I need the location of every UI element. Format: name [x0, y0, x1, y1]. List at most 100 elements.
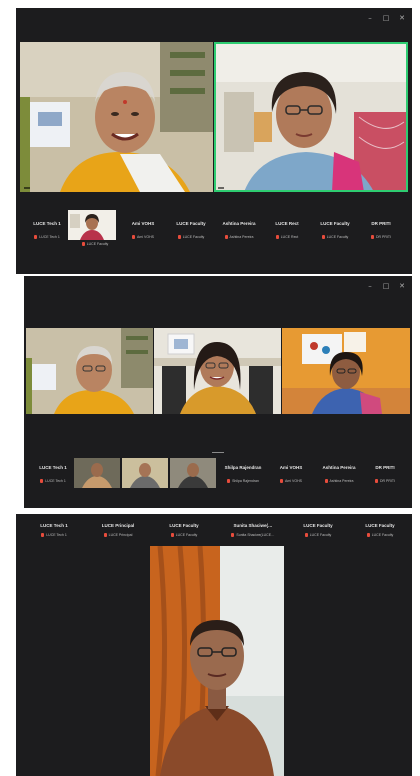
mic-muted-icon — [40, 479, 44, 483]
mic-muted-icon — [227, 479, 231, 483]
participant-tile[interactable]: LUCE Tech 1 LUCE Tech 1 — [24, 522, 84, 537]
participant-name: LUCE Tech 1 — [33, 221, 61, 226]
meeting-window-2: – □ ✕ LUCE Tech 1 LUCE Tech 1 Shilpa Raj… — [24, 276, 412, 508]
video-tile-participant-2[interactable] — [154, 328, 281, 414]
participant-sub-label: Sunita Shaciwe(LUCE… — [236, 533, 275, 537]
participant-name: LUCE Principal — [101, 523, 135, 528]
participant-video — [20, 42, 213, 192]
participant-tile[interactable]: LUCE Rect LUCE Rect — [260, 220, 314, 239]
participant-strip: LUCE Tech 1 LUCE Tech 1 LUCE Faculty Ami… — [16, 210, 412, 250]
participant-name: Ami VOHS — [279, 465, 303, 470]
mic-muted-icon — [275, 235, 279, 239]
participant-tile[interactable]: Sunita Shaciwe(… Sunita Shaciwe(LUCE… — [220, 522, 286, 537]
window-controls: – □ ✕ — [366, 282, 406, 290]
mic-muted-icon — [280, 479, 284, 483]
mic-muted-icon — [177, 235, 181, 239]
participant-name: LUCE Tech 1 — [40, 523, 68, 528]
mic-muted-icon — [304, 533, 308, 537]
participant-tile[interactable]: Ami VOHS Ami VOHS — [264, 464, 318, 483]
participant-strip: LUCE Tech 1 LUCE Tech 1 Shilpa Rajendran… — [24, 458, 412, 494]
participant-video — [282, 328, 410, 414]
participant-tile[interactable]: Shilpa Rajendran Shilpa Rajendran — [216, 464, 270, 483]
close-icon[interactable]: ✕ — [398, 282, 406, 290]
maximize-icon[interactable]: □ — [382, 14, 390, 22]
participant-name: DR PRITI — [371, 221, 391, 226]
minimize-icon[interactable]: – — [366, 14, 374, 22]
participant-sub-label: LUCE Faculty — [326, 235, 349, 239]
participant-tile[interactable]: Ami VOHS Ami VOHS — [116, 220, 170, 239]
mic-muted-icon — [170, 533, 174, 537]
participant-sub-label: LUCE Faculty — [309, 533, 332, 537]
participant-name: LUCE Faculty — [365, 523, 395, 528]
participant-tile[interactable]: DR PRITI DR PRITI — [358, 464, 412, 483]
participant-tile[interactable]: LUCE Faculty LUCE Faculty — [154, 522, 214, 537]
mic-muted-icon — [375, 479, 378, 483]
participant-sub-label: LUCE Faculty — [86, 242, 109, 246]
participant-name: LUCE Faculty — [176, 221, 206, 226]
close-icon[interactable]: ✕ — [398, 14, 406, 22]
participant-video-thumbnails[interactable] — [74, 458, 216, 488]
participant-sub-label: LUCE Tech 1 — [39, 235, 60, 239]
mic-muted-icon — [34, 235, 38, 239]
participant-name: LUCE Faculty — [169, 523, 199, 528]
mic-muted-icon — [81, 242, 85, 246]
participant-name: Sunita Shaciwe(… — [233, 523, 273, 528]
mic-muted-icon — [224, 235, 228, 239]
participant-name: LUCE Rect — [275, 221, 299, 226]
mic-muted-icon — [103, 533, 107, 537]
video-tile-participant-3[interactable] — [282, 328, 410, 414]
video-tile-participant-1[interactable] — [20, 42, 213, 192]
participant-name: LUCE Faculty — [303, 523, 333, 528]
mic-muted-icon — [371, 235, 374, 239]
participant-tile[interactable]: LUCE Faculty LUCE Faculty — [288, 522, 348, 537]
participant-name: Ami VOHS — [131, 221, 155, 226]
participant-tile[interactable]: LUCE Faculty — [68, 210, 122, 246]
minimize-icon[interactable]: – — [366, 282, 374, 290]
participant-sub-label: LUCE Tech 1 — [45, 479, 66, 483]
participant-sub-label: LUCE Rect — [280, 235, 299, 239]
participant-sub-label: Ami VOHS — [285, 479, 302, 483]
video-tile-participant-1[interactable] — [26, 328, 153, 414]
participant-video — [26, 328, 153, 414]
participant-sub-label: LUCE Faculty — [182, 235, 205, 239]
participant-tile[interactable]: LUCE Principal LUCE Principal — [88, 522, 148, 537]
participant-video — [154, 328, 281, 414]
participant-video — [214, 42, 408, 192]
mic-muted-icon — [41, 533, 45, 537]
participant-tile[interactable]: LUCE Faculty LUCE Faculty — [350, 522, 410, 537]
participant-sub-label: LUCE Tech 1 — [46, 533, 67, 537]
window-controls: – □ ✕ — [366, 14, 406, 22]
meeting-window-3: LUCE Tech 1 LUCE Tech 1 LUCE Principal L… — [16, 514, 412, 776]
participant-sub-label: Ashtina Pereira — [229, 235, 254, 239]
participant-label — [24, 187, 30, 189]
participant-tile[interactable]: LUCE Tech 1 LUCE Tech 1 — [26, 464, 80, 483]
participant-name: Shilpa Rajendran — [224, 465, 262, 470]
mic-muted-icon — [231, 533, 235, 537]
video-tile-participant-2[interactable] — [214, 42, 408, 192]
participant-sub-label: LUCE Faculty — [175, 533, 198, 537]
participant-sub-label: LUCE Faculty — [371, 533, 394, 537]
participant-video-thumbnail — [68, 210, 116, 240]
participant-sub-label: Ami VOHS — [137, 235, 154, 239]
divider — [212, 452, 224, 453]
meeting-window-1: – □ ✕ LUCE Tech 1 LUCE Tech 1 LUCE Facul… — [16, 8, 412, 274]
participant-sub-label: Shilpa Rajendran — [232, 479, 259, 483]
participant-tile[interactable]: LUCE Tech 1 LUCE Tech 1 — [20, 220, 74, 239]
participant-sub-label: DR PRITI — [380, 479, 395, 483]
participant-name: DR PRITI — [375, 465, 395, 470]
participant-sub-label: LUCE Principal — [108, 533, 133, 537]
participant-label — [218, 187, 224, 189]
video-tile-speaker[interactable] — [150, 546, 284, 776]
mic-muted-icon — [321, 235, 325, 239]
participant-tile[interactable]: Ashtina Pereira Ashtina Pereira — [212, 220, 266, 239]
mic-muted-icon — [324, 479, 328, 483]
mic-muted-icon — [132, 235, 136, 239]
participant-tile[interactable]: LUCE Faculty LUCE Faculty — [164, 220, 218, 239]
participant-tile[interactable]: DR PRITI DR PRITI — [354, 220, 408, 239]
mic-muted-icon — [366, 533, 370, 537]
participant-name: LUCE Tech 1 — [39, 465, 67, 470]
participant-sub-label: Ashtina Pereira — [329, 479, 354, 483]
participant-video — [150, 546, 284, 776]
maximize-icon[interactable]: □ — [382, 282, 390, 290]
participant-name: Ashtina Pereira — [222, 221, 256, 226]
